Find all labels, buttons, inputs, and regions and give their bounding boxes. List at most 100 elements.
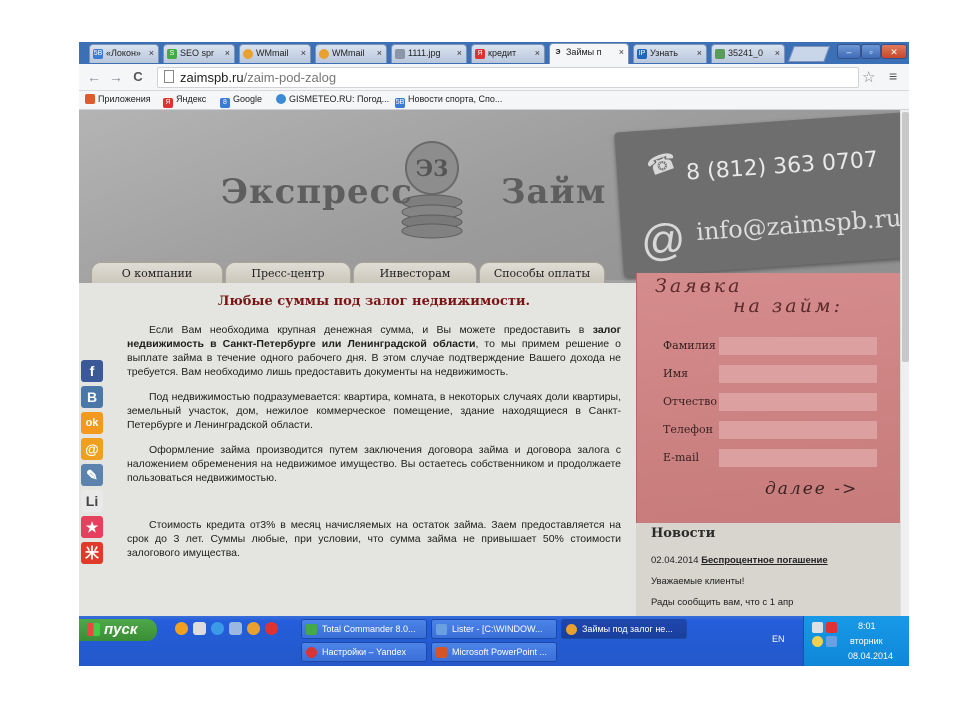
taskbar-chrome-zaimy[interactable]: Займы под залог не... <box>561 619 687 639</box>
taskbar-lister[interactable]: Lister - [C:\WINDOW... <box>431 619 557 639</box>
quicklaunch-icon[interactable] <box>175 622 188 635</box>
name-label: Имя <box>663 367 689 380</box>
tab-close-icon[interactable]: × <box>225 48 230 58</box>
forward-arrow-icon[interactable]: → <box>107 68 125 86</box>
language-indicator[interactable]: EN <box>772 634 785 644</box>
form-row-name: Имя <box>663 365 883 383</box>
form-row-patronymic: Отчество <box>663 393 883 411</box>
favorites-icon[interactable]: ★ <box>81 516 103 538</box>
paragraph-1-start: Если Вам необходима крупная денежная сум… <box>149 324 593 336</box>
tab-close-icon[interactable]: × <box>619 47 624 57</box>
tab-close-icon[interactable]: × <box>535 48 540 58</box>
back-arrow-icon[interactable]: ← <box>85 68 103 86</box>
tab-wmmail-2[interactable]: WMmail × <box>315 44 387 63</box>
taskbar-yandex-settings[interactable]: Настройки – Yandex <box>301 642 427 662</box>
tab-image[interactable]: 1111.jpg × <box>391 44 467 63</box>
desktop-icon[interactable] <box>229 622 242 635</box>
logo-word-left: Экспресс <box>221 172 413 212</box>
tab-label: WMmail <box>256 48 289 58</box>
moi-krug-icon[interactable]: 米 <box>81 542 103 564</box>
bookmark-google[interactable]: 8 Google <box>220 94 262 108</box>
bookmark-yandex[interactable]: Я Яндекс <box>163 94 206 108</box>
quicklaunch-icon[interactable] <box>193 622 206 635</box>
network-icon[interactable] <box>826 636 837 647</box>
scrollbar-thumb[interactable] <box>902 112 909 362</box>
logo-word-right: Займ <box>501 172 607 212</box>
clock-time[interactable]: 8:01 <box>858 621 876 631</box>
tab-kredit[interactable]: Якредит × <box>471 44 545 63</box>
new-tab-button[interactable] <box>788 46 830 62</box>
email-field[interactable] <box>719 449 877 467</box>
bookmark-sport-news[interactable]: 5B Новости спорта, Спо... <box>395 94 502 108</box>
browser-toolbar: ← → C zaimspb.ru/zaim-pod-zalog ☆ ≡ <box>79 64 909 91</box>
reload-icon[interactable]: C <box>129 68 147 86</box>
lister-icon <box>436 624 447 635</box>
clock-date: 08.04.2014 <box>848 651 894 661</box>
name-field[interactable] <box>719 365 877 383</box>
url-path: /zaim-pod-zalog <box>243 70 337 85</box>
bookmarks-bar: Приложения Я Яндекс 8 Google GISMETEO.RU: … <box>79 91 909 110</box>
bookmark-label: Новости спорта, Спо... <box>408 94 503 104</box>
close-window-button[interactable]: ✕ <box>881 44 907 59</box>
livejournal-icon[interactable]: ✎ <box>81 464 103 486</box>
tab-uznat[interactable]: IP Узнать × <box>633 44 707 63</box>
tab-close-icon[interactable]: × <box>697 48 702 58</box>
nav-investors[interactable]: Инвесторам <box>353 262 477 284</box>
bookmark-gismeteo[interactable]: GISMETEO.RU: Погод... <box>276 94 389 104</box>
tray-app-icon[interactable] <box>812 636 823 647</box>
news-link[interactable]: Беспроцентное погашение <box>701 555 827 566</box>
total-commander-icon <box>306 624 317 635</box>
tab-label: Узнать <box>650 48 678 58</box>
news-item: 02.04.2014 Беспроцентное погашение <box>651 555 828 566</box>
tab-image-2[interactable]: 35241_0 × <box>711 44 785 63</box>
tab-favicon <box>243 49 253 59</box>
address-bar[interactable]: zaimspb.ru/zaim-pod-zalog <box>157 67 859 88</box>
phone-label: Телефон <box>663 423 713 436</box>
paragraph-1: Если Вам необходима крупная денежная сум… <box>127 323 621 379</box>
nav-about[interactable]: О компании <box>91 262 223 284</box>
tab-close-icon[interactable]: × <box>775 48 780 58</box>
bookmark-star-icon[interactable]: ☆ <box>862 68 875 86</box>
liveinternet-icon[interactable]: Li <box>81 490 103 512</box>
menu-icon[interactable]: ≡ <box>889 68 897 84</box>
nav-press[interactable]: Пресс-центр <box>225 262 351 284</box>
form-title-line1: Заявка <box>655 275 743 297</box>
bookmark-apps[interactable]: Приложения <box>85 94 151 104</box>
at-icon: @ <box>639 214 688 267</box>
tab-close-icon[interactable]: × <box>377 48 382 58</box>
taskbar-powerpoint[interactable]: Microsoft PowerPoint ... <box>431 642 557 662</box>
patronymic-field[interactable] <box>719 393 877 411</box>
tab-close-icon[interactable]: × <box>457 48 462 58</box>
tab-zaimy-active[interactable]: Э Займы п × <box>549 43 629 64</box>
phone-field[interactable] <box>719 421 877 439</box>
tab-lokon[interactable]: 5B «Локон» × <box>89 44 159 63</box>
surname-field[interactable] <box>719 337 877 355</box>
tab-label: 1111.jpg <box>408 48 441 58</box>
tab-strip: 5B «Локон» × S SEO spr × WMmail × WMmail × 111… <box>79 42 909 64</box>
start-button[interactable]: пуск <box>79 619 157 641</box>
tab-favicon: S <box>167 49 177 59</box>
page-scrollbar[interactable] <box>900 110 909 616</box>
mailru-icon[interactable]: @ <box>81 438 103 460</box>
facebook-icon[interactable]: f <box>81 360 103 382</box>
site-logo[interactable]: Экспресс Займ <box>221 172 606 212</box>
tab-close-icon[interactable]: × <box>149 48 154 58</box>
tray-app-icon[interactable] <box>826 622 837 633</box>
nav-payment[interactable]: Способы оплаты <box>479 262 605 284</box>
chrome-icon[interactable] <box>247 622 260 635</box>
tab-seo[interactable]: S SEO spr × <box>163 44 235 63</box>
tab-label: SEO spr <box>180 48 215 58</box>
tab-wmmail-1[interactable]: WMmail × <box>239 44 311 63</box>
vkontakte-icon[interactable]: В <box>81 386 103 408</box>
odnoklassniki-icon[interactable]: ok <box>81 412 103 434</box>
yandex-icon <box>306 647 317 658</box>
taskbar-total-commander[interactable]: Total Commander 8.0... <box>301 619 427 639</box>
volume-icon[interactable] <box>812 622 823 633</box>
yandex-browser-icon[interactable] <box>265 622 278 635</box>
submit-button[interactable]: далее -> <box>765 479 858 499</box>
ie-icon[interactable] <box>211 622 224 635</box>
minimize-button[interactable]: – <box>837 44 861 59</box>
maximize-button[interactable]: ▫ <box>861 44 881 59</box>
tab-close-icon[interactable]: × <box>301 48 306 58</box>
news-block: Новости 02.04.2014 Беспроцентное погашен… <box>636 523 900 616</box>
